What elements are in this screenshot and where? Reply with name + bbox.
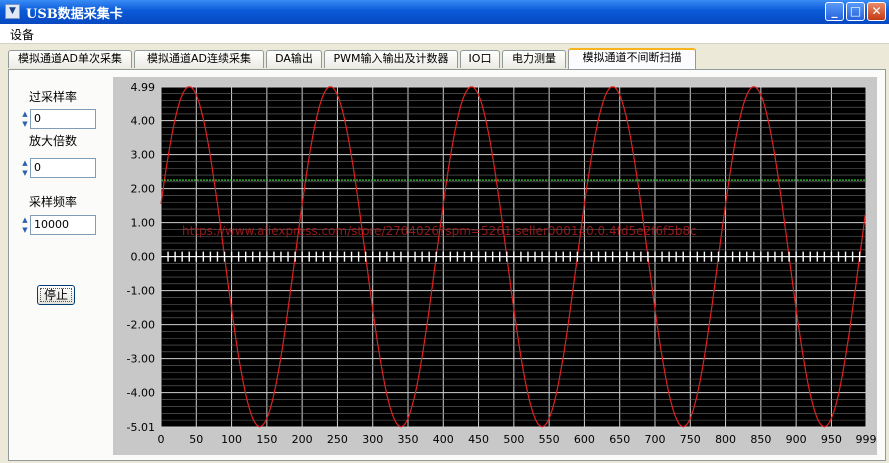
maximize-button[interactable]: □	[846, 2, 865, 21]
y-tick-label: 4.99	[131, 81, 156, 94]
gain-input[interactable]: 0	[30, 158, 96, 178]
menu-device[interactable]: 设备	[10, 26, 34, 43]
x-tick-label: 550	[539, 433, 560, 446]
rate-label: 采样频率	[29, 195, 78, 209]
x-tick-label: 900	[786, 433, 807, 446]
y-tick-label: 0.00	[131, 251, 156, 264]
close-button[interactable]: ✕	[867, 2, 886, 21]
x-tick-label: 350	[397, 433, 418, 446]
tab-continuous-scan[interactable]: 模拟通道不间断扫描	[568, 48, 696, 69]
app-menu-icon[interactable]: ▼	[5, 4, 20, 19]
x-tick-label: 300	[362, 433, 383, 446]
window-title: USB数据采集卡	[26, 7, 123, 22]
tab-power-measure[interactable]: 电力测量	[502, 50, 566, 68]
y-tick-label: 2.00	[131, 183, 156, 196]
spin-down-icon[interactable]: ▼	[21, 225, 29, 235]
rate-spinner[interactable]: ▲ ▼	[21, 215, 29, 235]
x-tick-label: 500	[503, 433, 524, 446]
x-tick-label: 950	[821, 433, 842, 446]
y-tick-label: -5.01	[127, 421, 155, 434]
x-tick-label: 850	[750, 433, 771, 446]
x-tick-label: 400	[433, 433, 454, 446]
tab-ad-single[interactable]: 模拟通道AD单次采集	[8, 50, 132, 68]
x-tick-label: 150	[256, 433, 277, 446]
y-tick-label: -4.00	[127, 387, 155, 400]
minimize-button[interactable]: _	[825, 2, 844, 21]
y-tick-label: 3.00	[131, 149, 156, 162]
waveform-chart: 0 50 100 150 200 250 300 350 400 450 500 550 600 650 7…	[113, 77, 877, 455]
y-tick-label: -3.00	[127, 353, 155, 366]
x-tick-label: 650	[609, 433, 630, 446]
watermark-url: https://www.aliexpress.com/store/2704026…	[182, 224, 697, 238]
tab-da-output[interactable]: DA输出	[266, 50, 322, 68]
oversample-label: 过采样率	[29, 90, 78, 104]
x-tick-label: 200	[292, 433, 313, 446]
spin-down-icon[interactable]: ▼	[21, 119, 29, 129]
x-tick-label: 250	[327, 433, 348, 446]
x-tick-label: 750	[680, 433, 701, 446]
tab-pwm-counter[interactable]: PWM输入输出及计数器	[324, 50, 458, 68]
rate-input[interactable]: 10000	[30, 215, 96, 235]
waveform-svg: 0 50 100 150 200 250 300 350 400 450 500 550 600 650 7…	[127, 81, 877, 446]
spin-down-icon[interactable]: ▼	[21, 168, 29, 178]
tab-io-port[interactable]: IO口	[460, 50, 500, 68]
x-tick-label: 100	[221, 433, 242, 446]
gain-spinner[interactable]: ▲ ▼	[21, 158, 29, 178]
y-tick-label: 4.00	[131, 115, 156, 128]
oversample-input[interactable]: 0	[30, 109, 96, 129]
gain-label: 放大倍数	[29, 134, 78, 148]
x-tick-label: 800	[715, 433, 736, 446]
x-tick-label: 450	[468, 433, 489, 446]
title-bar: ▼ USB数据采集卡 _ □ ✕	[0, 0, 889, 24]
x-tick-label: 600	[574, 433, 595, 446]
x-tick-label: 700	[644, 433, 665, 446]
spin-up-icon[interactable]: ▲	[21, 215, 29, 225]
y-tick-label: 1.00	[131, 217, 156, 230]
spin-up-icon[interactable]: ▲	[21, 109, 29, 119]
x-tick-label: 50	[189, 433, 203, 446]
stop-button[interactable]: 停止	[37, 285, 75, 305]
menu-bar: 设备	[0, 24, 889, 44]
x-tick-label: 999	[856, 433, 877, 446]
y-tick-label: -2.00	[127, 319, 155, 332]
oversample-spinner[interactable]: ▲ ▼	[21, 109, 29, 129]
spin-up-icon[interactable]: ▲	[21, 158, 29, 168]
tab-ad-continuous[interactable]: 模拟通道AD连续采集	[134, 50, 264, 68]
x-tick-label: 0	[158, 433, 165, 446]
y-tick-label: -1.00	[127, 285, 155, 298]
